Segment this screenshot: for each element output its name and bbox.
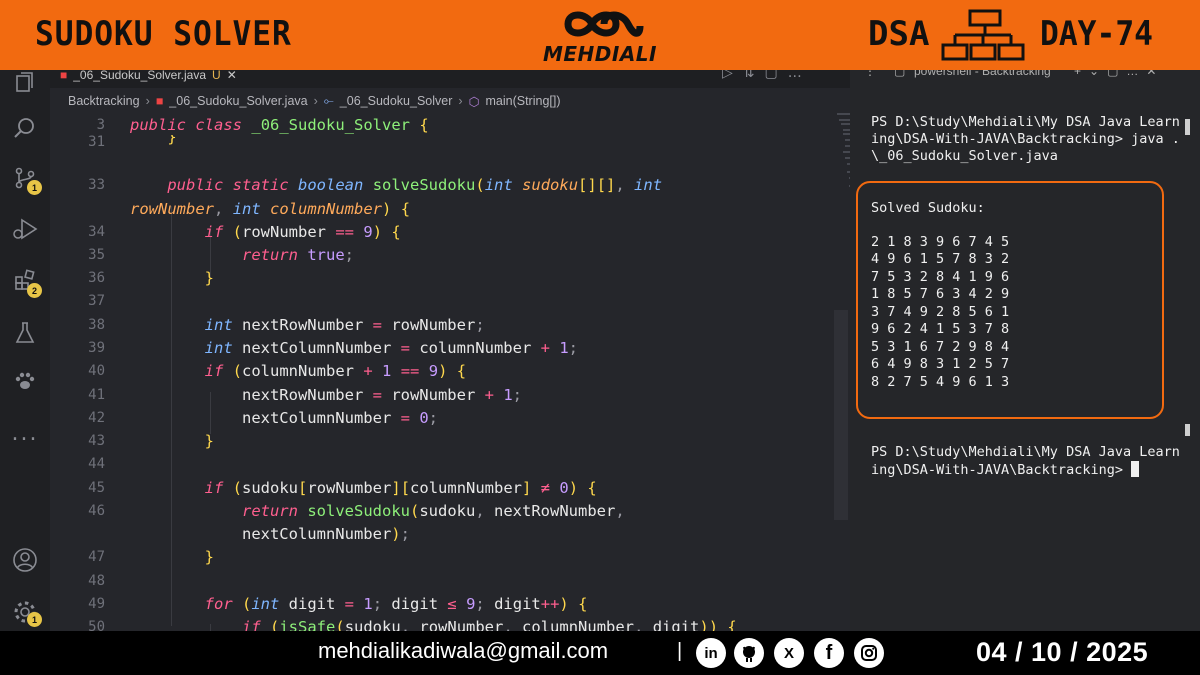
code-line: 44 xyxy=(88,456,105,472)
terminal-tab-bar: ⋮ ▢ powershell - Backtracking +⌄▢…✕ xyxy=(850,70,1200,80)
chevron-right-icon: › xyxy=(458,94,463,108)
close-icon[interactable]: ✕ xyxy=(227,70,237,82)
bottom-banner: mehdialikadiwala@gmail.com | in X f 04 /… xyxy=(0,631,1200,675)
account-icon[interactable] xyxy=(12,547,38,573)
terminal-actions-icons[interactable]: +⌄▢…✕ xyxy=(1074,70,1164,78)
terminal-command: ing\DSA-With-JAVA\Backtracking> java . xyxy=(871,131,1180,147)
code-line: 43 } xyxy=(88,432,214,450)
breadcrumb-item[interactable]: main(String[]) xyxy=(485,94,560,108)
banner-title: SUDOKU SOLVER xyxy=(35,14,292,54)
terminal-prompt-line[interactable]: ing\DSA-With-JAVA\Backtracking> xyxy=(871,461,1140,480)
x-twitter-icon[interactable]: X xyxy=(774,638,804,668)
code-line: 35 return true; xyxy=(88,246,354,264)
code-line: 37 xyxy=(88,293,105,309)
editor-scrollbar[interactable] xyxy=(834,310,848,520)
modified-indicator: U xyxy=(212,70,221,82)
code-line: 39 int nextColumnNumber = columnNumber +… xyxy=(88,339,579,357)
tree-diagram-icon xyxy=(941,9,1025,61)
explorer-icon[interactable] xyxy=(12,70,38,96)
more-icon[interactable]: ... xyxy=(12,420,38,446)
post-date: 04 / 10 / 2025 xyxy=(976,637,1149,667)
instagram-icon[interactable] xyxy=(854,638,884,668)
source-control-badge: 1 xyxy=(27,180,42,195)
testing-flask-icon[interactable] xyxy=(12,320,38,346)
code-line: 41 nextRowNumber = rowNumber + 1; xyxy=(88,386,523,404)
separator: | xyxy=(677,640,683,662)
terminal-icon: ▢ xyxy=(894,70,906,78)
editor-tab-label: _06_Sudoku_Solver.java xyxy=(73,70,207,82)
terminal-more-icon[interactable]: ⋮ xyxy=(864,70,876,78)
brand-logo: MEHDIALI xyxy=(540,4,660,66)
code-line: 34 if (rowNumber == 9) { xyxy=(88,223,401,241)
github-icon[interactable] xyxy=(734,638,764,668)
code-line: 46 return solveSudoku(sudoku, nextRowNum… xyxy=(88,502,625,520)
paw-icon[interactable] xyxy=(12,368,38,394)
minimap[interactable] xyxy=(835,110,850,270)
code-editor: ■ _06_Sudoku_Solver.java U ✕ ▷⇅▢… Backtr… xyxy=(50,70,850,631)
method-cube-icon: ⬡ xyxy=(468,94,480,109)
code-line: 42 nextColumnNumber = 0; xyxy=(88,409,438,427)
code-line: 3 public class _06_Sudoku_Solver { xyxy=(96,116,429,134)
logo-text: MEHDIALI xyxy=(542,42,657,66)
code-line: 50 if (isSafe(sudoku, rowNumber, columnN… xyxy=(88,618,737,631)
code-line: 36 } xyxy=(88,269,214,287)
code-line: rowNumber, int columnNumber) { xyxy=(130,200,411,218)
logo-mark-icon xyxy=(564,11,644,37)
terminal-cursor xyxy=(1131,461,1140,477)
code-line: 45 if (sudoku[rowNumber][columnNumber] ≠… xyxy=(88,479,597,497)
code-line: 49 for (int digit = 1; digit ≤ 9; digit+… xyxy=(88,595,588,613)
code-line: 33 public static boolean solveSudoku(int… xyxy=(88,176,663,194)
email-text[interactable]: mehdialikadiwala@gmail.com xyxy=(318,638,608,664)
code-line: 31 } xyxy=(88,135,177,149)
facebook-icon[interactable]: f xyxy=(814,638,844,668)
terminal-command: \_06_Sudoku_Solver.java xyxy=(871,148,1058,164)
linkedin-icon[interactable]: in xyxy=(696,638,726,668)
terminal-prompt: PS D:\Study\Mehdiali\My DSA Java Learn xyxy=(871,114,1180,130)
class-icon: ⟜ xyxy=(323,93,334,108)
code-line: 38 int nextRowNumber = rowNumber; xyxy=(88,316,485,334)
extensions-badge: 2 xyxy=(27,283,42,298)
search-icon[interactable] xyxy=(12,115,38,141)
java-file-icon: ■ xyxy=(60,70,68,82)
java-file-icon: ■ xyxy=(155,94,164,108)
chevron-right-icon: › xyxy=(145,94,150,108)
code-line: 40 if (columnNumber + 1 == 9) { xyxy=(88,362,467,380)
run-debug-icon[interactable] xyxy=(12,216,38,242)
chevron-right-icon: › xyxy=(313,94,318,108)
activity-bar: 1 2 ... 1 xyxy=(0,70,50,631)
terminal-tab-label[interactable]: powershell - Backtracking xyxy=(914,70,1051,78)
terminal-scrollbar[interactable] xyxy=(1185,424,1190,436)
editor-tab-bar: ■ _06_Sudoku_Solver.java U ✕ ▷⇅▢… xyxy=(50,70,850,88)
editor-actions-icons[interactable]: ▷⇅▢… xyxy=(722,70,812,81)
settings-badge: 1 xyxy=(27,612,42,627)
breadcrumb-item[interactable]: Backtracking xyxy=(68,94,140,108)
code-line: nextColumnNumber); xyxy=(130,525,410,543)
terminal-prompt: PS D:\Study\Mehdiali\My DSA Java Learn xyxy=(871,444,1180,460)
terminal-scrollbar[interactable] xyxy=(1185,119,1190,135)
breadcrumb-item[interactable]: _06_Sudoku_Solver xyxy=(340,94,453,108)
breadcrumb: Backtracking › ■ _06_Sudoku_Solver.java … xyxy=(68,92,561,110)
output-highlight-box xyxy=(856,181,1164,419)
code-line: 47 } xyxy=(88,548,214,566)
breadcrumb-item[interactable]: _06_Sudoku_Solver.java xyxy=(169,94,307,108)
banner-dsa-label: DSA xyxy=(868,14,930,54)
editor-tab[interactable]: ■ _06_Sudoku_Solver.java U ✕ xyxy=(60,70,237,86)
code-line: 48 xyxy=(88,573,105,589)
banner-day-label: DAY-74 xyxy=(1040,14,1154,54)
top-banner: SUDOKU SOLVER MEHDIALI DSA DAY-74 xyxy=(0,0,1200,70)
